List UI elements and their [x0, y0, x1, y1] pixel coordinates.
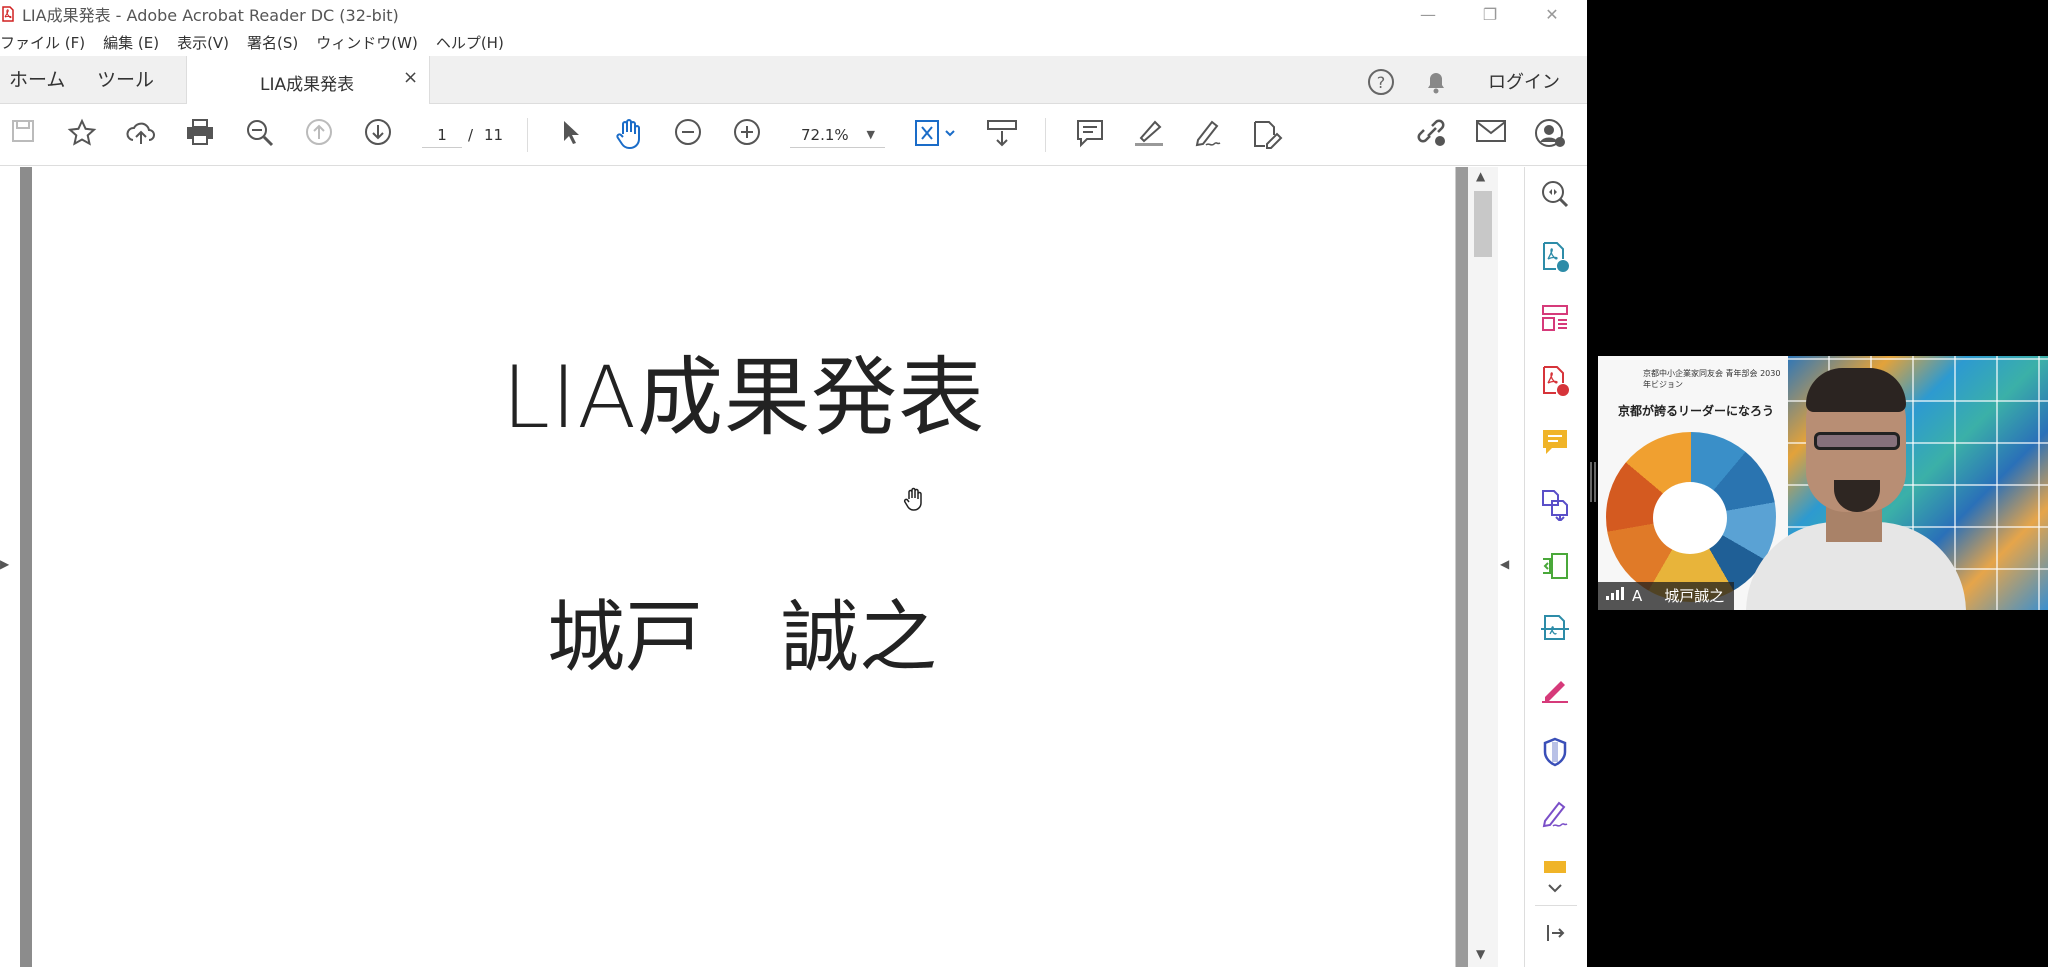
page-total: 11	[484, 126, 504, 144]
minimize-button[interactable]: —	[1397, 0, 1459, 28]
create-pdf-icon[interactable]	[1537, 365, 1573, 401]
page-up-icon[interactable]	[302, 118, 336, 152]
document-title: LIA成果発表	[502, 348, 986, 448]
save-icon[interactable]	[6, 118, 40, 152]
title-bar: LIA成果発表 - Adobe Acrobat Reader DC (32-bi…	[0, 0, 1587, 28]
organize-pages-icon[interactable]	[1537, 303, 1573, 339]
tab-document[interactable]: LIA成果発表 ×	[186, 56, 430, 104]
tab-bar: ホーム ツール LIA成果発表 × ? ログイン	[0, 56, 1587, 104]
tab-home[interactable]: ホーム	[9, 56, 65, 104]
close-icon: ✕	[1545, 4, 1559, 24]
minimize-icon: —	[1420, 4, 1436, 24]
slide-pie-center	[1653, 482, 1727, 554]
pane-divider	[1535, 905, 1577, 906]
toolbar-divider	[1045, 118, 1046, 152]
zoom-in-icon[interactable]	[730, 118, 764, 152]
document-viewer[interactable]: ▶ LIA成果発表 城戸 誠之 ▲ ▼ ◀	[0, 167, 1524, 967]
zoom-level-value: 72.1%	[801, 126, 849, 144]
hand-icon[interactable]	[612, 118, 646, 152]
toolbar-divider	[527, 118, 528, 152]
nav-pane-toggle-icon[interactable]: ▶	[0, 557, 9, 571]
compress-icon[interactable]	[1537, 551, 1573, 587]
fit-page-icon[interactable]	[912, 118, 960, 152]
sign-icon[interactable]	[1537, 799, 1573, 835]
acrobat-window: LIA成果発表 - Adobe Acrobat Reader DC (32-bi…	[0, 0, 1587, 967]
page-separator: /	[468, 126, 474, 144]
protect-icon[interactable]	[1537, 737, 1573, 773]
toolbar: 1 / 11 72.1% ▼	[0, 104, 1587, 166]
login-button[interactable]: ログイン	[1488, 68, 1560, 94]
scroll-up-icon[interactable]: ▲	[1476, 169, 1485, 183]
help-icon[interactable]: ?	[1367, 68, 1395, 96]
page-number-input[interactable]: 1	[422, 122, 462, 148]
restore-icon: ❐	[1482, 4, 1498, 24]
tab-document-label: LIA成果発表	[260, 75, 355, 95]
vertical-scrollbar[interactable]: ▲ ▼	[1468, 167, 1498, 967]
zoom-level-select[interactable]: 72.1% ▼	[790, 122, 885, 148]
restore-button[interactable]: ❐	[1459, 0, 1521, 28]
scrollbar-thumb[interactable]	[1474, 191, 1492, 257]
combine-files-icon[interactable]	[1537, 489, 1573, 525]
tools-pane	[1524, 167, 1587, 967]
zoom-search-icon[interactable]	[1537, 179, 1573, 215]
tab-tools[interactable]: ツール	[97, 56, 154, 104]
close-tab-icon[interactable]: ×	[403, 67, 418, 88]
window-title: LIA成果発表 - Adobe Acrobat Reader DC (32-bi…	[22, 6, 399, 25]
edit-pdf-icon[interactable]	[1250, 118, 1284, 152]
export-pdf-icon[interactable]	[1537, 241, 1573, 277]
share-link-icon[interactable]	[1414, 118, 1448, 152]
account-icon[interactable]	[1533, 118, 1567, 152]
fill-sign-icon[interactable]	[1537, 675, 1573, 711]
bookmark-star-icon[interactable]	[65, 118, 99, 152]
menu-edit[interactable]: 編集 (E)	[103, 32, 159, 53]
page-down-icon[interactable]	[361, 118, 395, 152]
more-tools-icon[interactable]	[1537, 857, 1573, 873]
tools-pane-toggle-icon[interactable]: ◀	[1500, 557, 1509, 571]
scroll-down-icon[interactable]: ▼	[1476, 947, 1485, 961]
pdf-page[interactable]: LIA成果発表 城戸 誠之	[32, 167, 1456, 967]
page-gutter-right	[1456, 167, 1468, 967]
scroll-mode-icon[interactable]	[985, 118, 1019, 152]
close-window-button[interactable]: ✕	[1521, 0, 1583, 28]
acrobat-app-icon	[2, 6, 16, 22]
scan-icon[interactable]	[1537, 613, 1573, 649]
zoom-out-icon[interactable]	[671, 118, 705, 152]
notification-bell-icon[interactable]	[1422, 68, 1450, 96]
upload-cloud-icon[interactable]	[124, 118, 158, 152]
print-icon[interactable]	[183, 118, 217, 152]
chevron-down-icon: ▼	[866, 128, 875, 141]
comment-icon[interactable]	[1073, 118, 1107, 152]
page-gutter-left	[20, 167, 32, 967]
participant-name: 城戸誠之	[1664, 587, 1725, 605]
signal-strength-icon	[1606, 582, 1624, 610]
select-arrow-icon[interactable]	[553, 118, 587, 152]
video-resize-handle[interactable]	[1590, 462, 1596, 502]
menu-bar: ファイル (F) 編集 (E) 表示(V) 署名(S) ウィンドウ(W) ヘルプ…	[0, 28, 1587, 56]
menu-help[interactable]: ヘルプ(H)	[436, 32, 504, 53]
menu-window[interactable]: ウィンドウ(W)	[316, 32, 418, 53]
email-icon[interactable]	[1474, 118, 1508, 152]
expand-icon[interactable]	[1537, 873, 1573, 909]
participant-name-tag: A 城戸誠之	[1598, 582, 1735, 610]
highlight-icon[interactable]	[1132, 118, 1166, 152]
svg-text:?: ?	[1377, 73, 1386, 92]
comment-icon[interactable]	[1537, 427, 1573, 463]
exit-icon[interactable]	[1537, 919, 1573, 955]
menu-file[interactable]: ファイル (F)	[0, 32, 85, 53]
document-author: 城戸 誠之	[547, 593, 938, 683]
menu-sign[interactable]: 署名(S)	[247, 32, 298, 53]
mic-indicator: A	[1632, 587, 1643, 605]
video-feed[interactable]: 京都中小企業家同友会 青年部会 2030年ビジョン 京都が誇るリーダーになろう …	[1598, 356, 2048, 610]
hand-cursor-icon	[903, 487, 925, 519]
participant-video	[1746, 368, 1966, 610]
zoom-search-icon[interactable]	[243, 118, 277, 152]
menu-view[interactable]: 表示(V)	[177, 32, 229, 53]
draw-sign-icon[interactable]	[1191, 118, 1225, 152]
